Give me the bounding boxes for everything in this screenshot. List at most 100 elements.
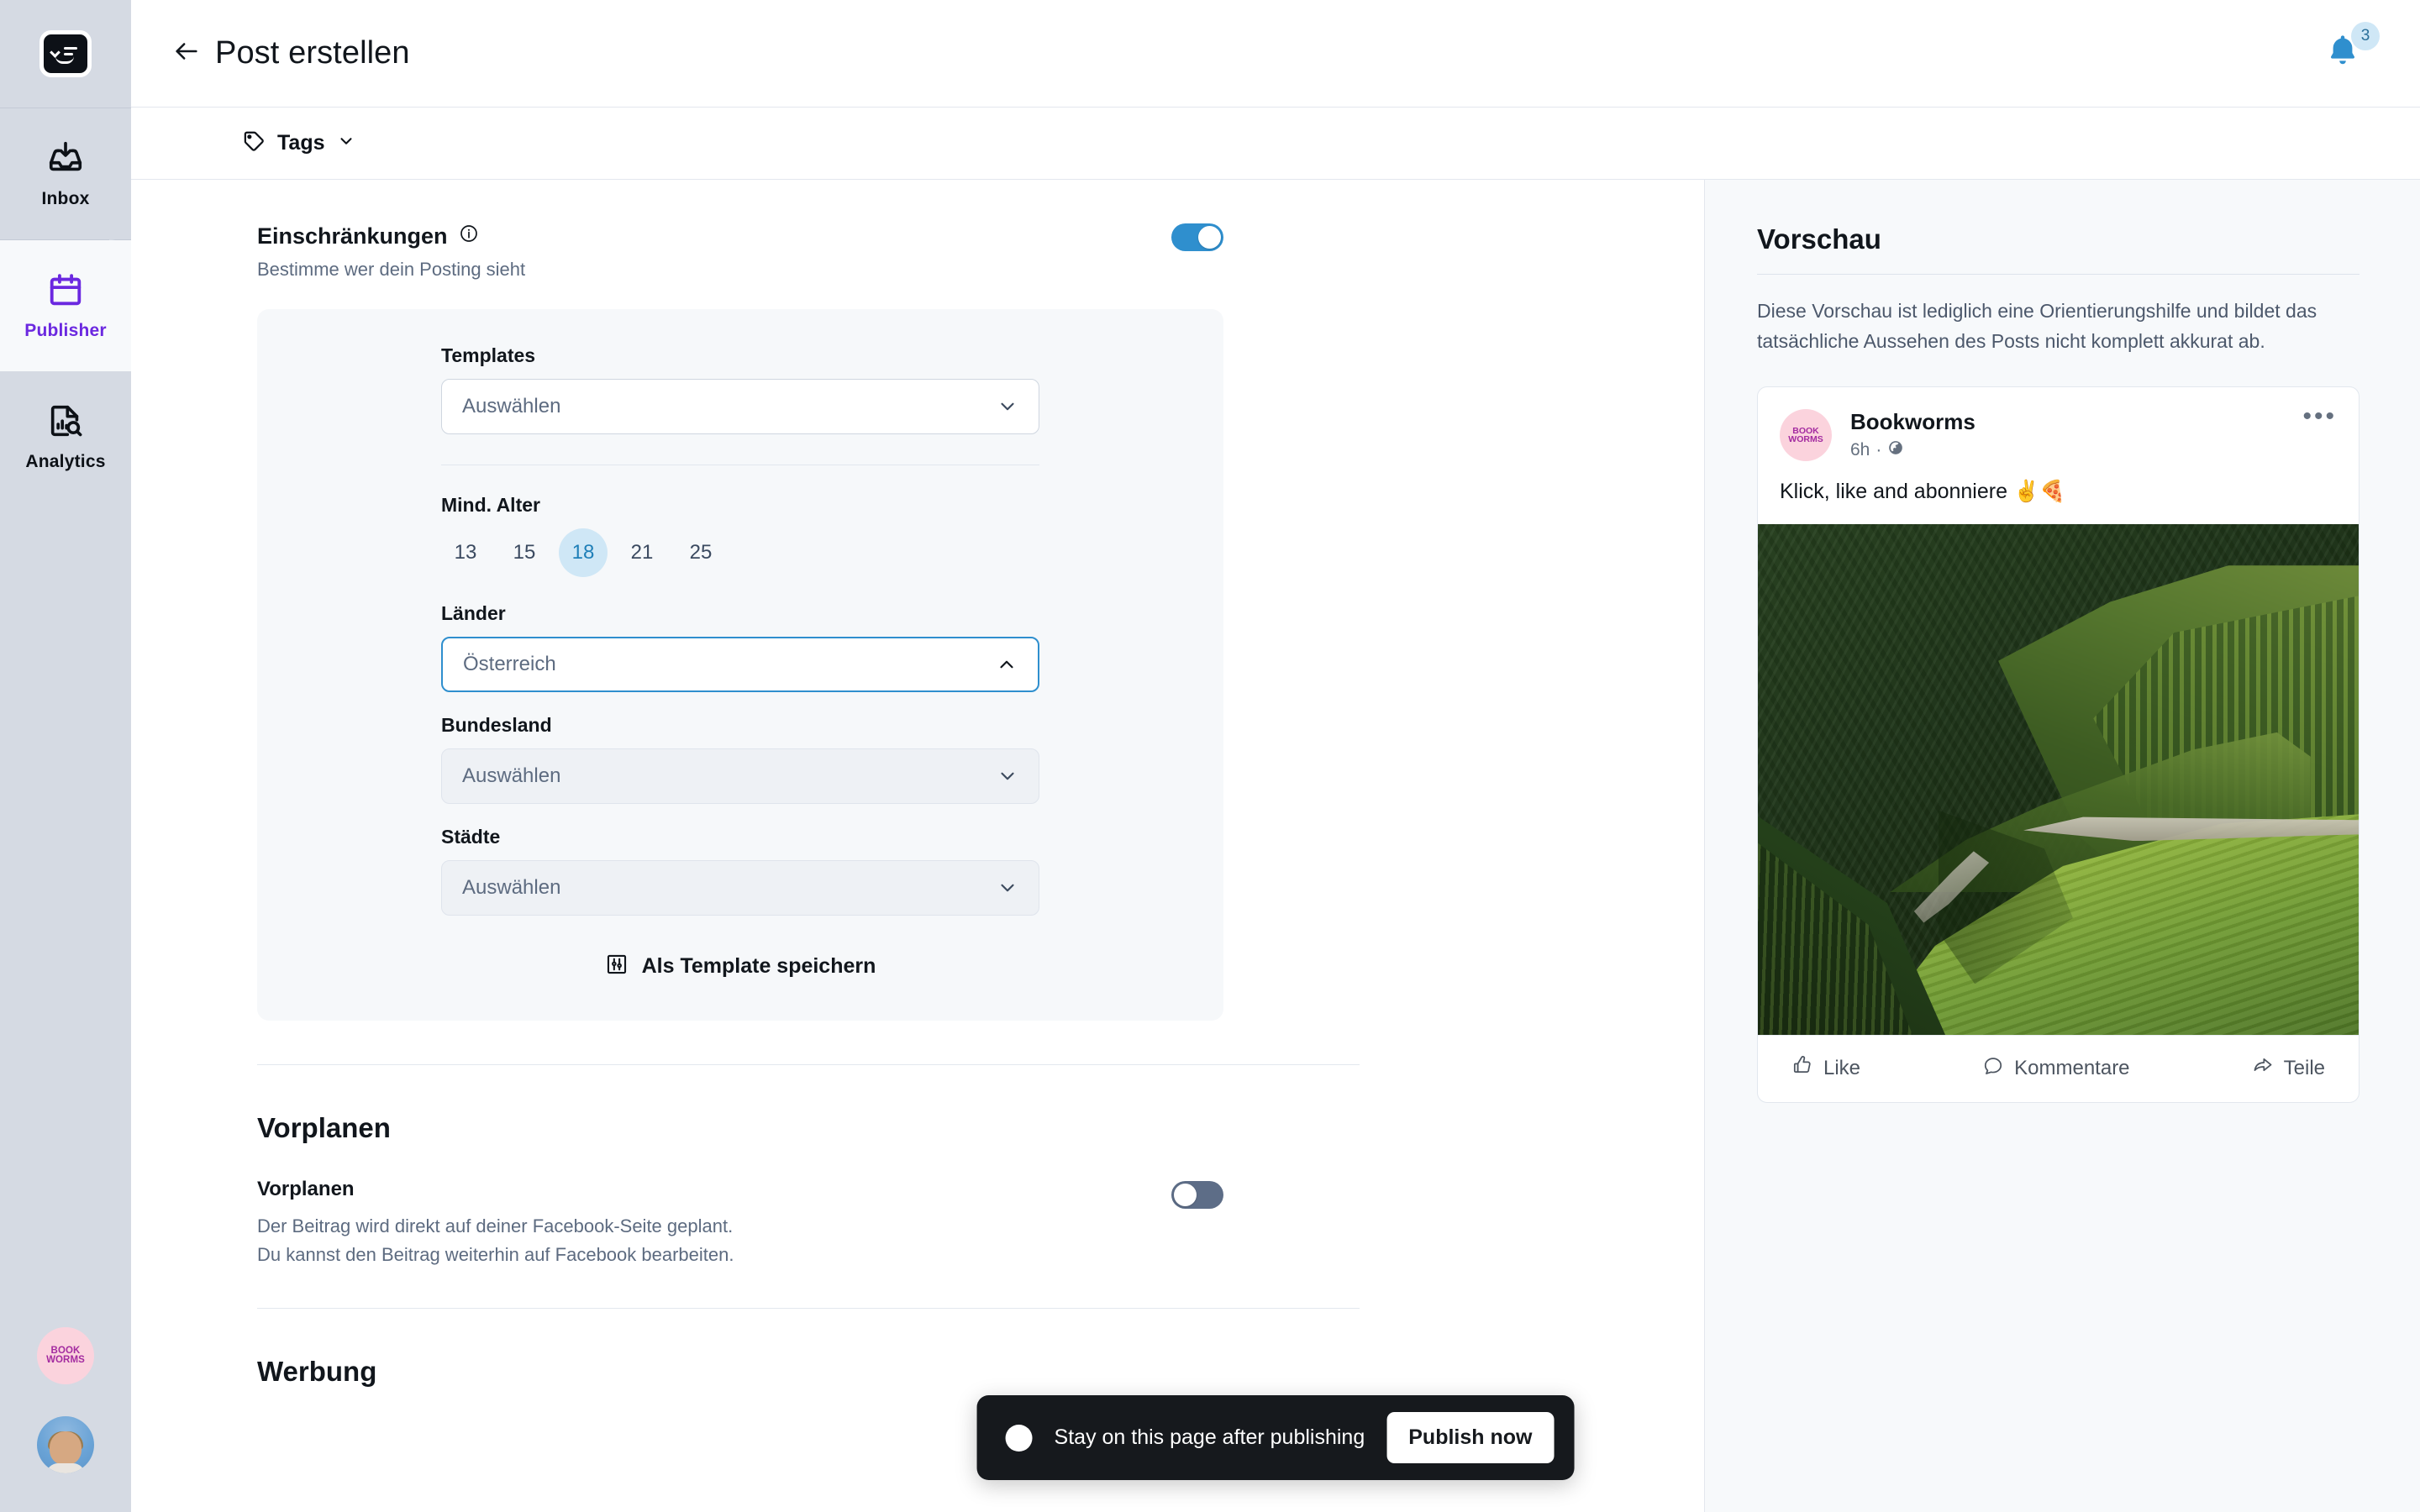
post-share-button[interactable]: Teile: [2252, 1054, 2325, 1082]
post-actions: Like Kommentare Teile: [1758, 1035, 2359, 1102]
schedule-description: Der Beitrag wird direkt auf deiner Faceb…: [257, 1212, 734, 1269]
schedule-description-line1: Der Beitrag wird direkt auf deiner Faceb…: [257, 1215, 734, 1236]
post-comment-button[interactable]: Kommentare: [1982, 1054, 2130, 1082]
schedule-section-title: Vorplanen: [257, 1112, 391, 1143]
main-column: Post erstellen 3 Tags Einschränkungen Be…: [131, 0, 2420, 1512]
sidebar-item-label: Publisher: [24, 321, 107, 340]
sidebar-item-label: Inbox: [41, 189, 90, 208]
primary-sidebar: Inbox Publisher Analytics BOOK WORMS: [0, 0, 131, 1512]
notifications-button[interactable]: 3: [2323, 21, 2380, 77]
restrictions-toggle[interactable]: [1171, 223, 1223, 251]
sidebar-item-label: Analytics: [25, 452, 106, 471]
notification-badge: 3: [2351, 21, 2380, 50]
back-button[interactable]: [168, 35, 205, 72]
sliders-square-icon: [605, 953, 629, 980]
restrictions-header: Einschränkungen Bestimme wer dein Postin…: [257, 223, 1223, 281]
post-image: [1758, 524, 2359, 1036]
brand-avatar[interactable]: BOOK WORMS: [37, 1327, 94, 1384]
info-circle-icon[interactable]: [459, 223, 479, 249]
restrictions-title: Einschränkungen: [257, 223, 448, 249]
section-divider: [257, 1308, 1360, 1310]
analytics-icon: [46, 402, 85, 444]
sidebar-item-analytics[interactable]: Analytics: [0, 371, 131, 502]
schedule-row: Vorplanen Der Beitrag wird direkt auf de…: [257, 1178, 1223, 1269]
page-title: Post erstellen: [215, 35, 410, 71]
state-value: Auswählen: [462, 764, 561, 787]
sidebar-item-publisher[interactable]: Publisher: [0, 218, 131, 393]
age-option-21[interactable]: 21: [618, 528, 666, 577]
min-age-options: 13 15 18 21 25: [441, 528, 1039, 577]
save-as-template-button[interactable]: Als Template speichern: [441, 953, 1039, 980]
post-meta: Bookworms 6h ·: [1850, 409, 1975, 461]
chevron-up-icon: [996, 654, 1018, 675]
chevron-down-icon: [997, 877, 1018, 899]
arrow-left-icon: [172, 37, 201, 70]
cities-value: Auswählen: [462, 876, 561, 899]
inbox-icon: [46, 139, 85, 181]
stay-on-page-label: Stay on this page after publishing: [1054, 1425, 1365, 1449]
post-preview-card: BOOK WORMS Bookworms 6h · ••• Klick, lik…: [1757, 386, 2360, 1104]
cities-select[interactable]: Auswählen: [441, 860, 1039, 916]
age-option-18[interactable]: 18: [559, 528, 608, 577]
sidebar-nav-list: Inbox Publisher Analytics: [0, 108, 131, 502]
post-like-label: Like: [1823, 1056, 1861, 1079]
min-age-label: Mind. Alter: [441, 494, 540, 516]
templates-label: Templates: [441, 344, 536, 366]
state-select[interactable]: Auswählen: [441, 748, 1039, 804]
age-option-15[interactable]: 15: [500, 528, 549, 577]
post-time-separator: ·: [1876, 440, 1882, 460]
form-pane: Einschränkungen Bestimme wer dein Postin…: [131, 180, 1704, 1512]
post-timestamp-row: 6h ·: [1850, 439, 1975, 461]
age-option-13[interactable]: 13: [441, 528, 490, 577]
tags-label: Tags: [277, 131, 325, 155]
countries-select[interactable]: Österreich: [441, 637, 1039, 692]
sidebar-account-area: BOOK WORMS: [0, 1327, 131, 1512]
tag-icon: [242, 129, 266, 157]
app-logo[interactable]: [0, 0, 131, 108]
schedule-row-title: Vorplanen: [257, 1178, 355, 1200]
restrictions-subtitle: Bestimme wer dein Posting sieht: [257, 259, 526, 280]
chevron-down-icon: [997, 396, 1018, 417]
globe-icon: [1887, 439, 1904, 461]
publish-now-button[interactable]: Publish now: [1386, 1412, 1555, 1463]
user-avatar[interactable]: [37, 1416, 94, 1473]
ads-section-title: Werbung: [257, 1356, 377, 1388]
state-label: Bundesland: [441, 714, 552, 736]
chevron-down-icon: [997, 765, 1018, 787]
content-area: Einschränkungen Bestimme wer dein Postin…: [131, 180, 2420, 1512]
thumbs-up-icon: [1791, 1054, 1813, 1082]
countries-value: Österreich: [463, 653, 556, 675]
post-header: BOOK WORMS Bookworms 6h · •••: [1758, 387, 2359, 462]
section-divider: [257, 1064, 1360, 1065]
page-header: Post erstellen 3: [131, 0, 2420, 108]
restrictions-title-row: Einschränkungen: [257, 223, 525, 249]
preview-divider: [1757, 274, 2360, 275]
post-author: Bookworms: [1850, 409, 1975, 435]
schedule-description-line2: Du kannst den Beitrag weiterhin auf Face…: [257, 1244, 734, 1266]
post-avatar-line2: WORMS: [1788, 434, 1823, 445]
schedule-toggle[interactable]: [1171, 1181, 1223, 1209]
publish-bar: Stay on this page after publishing Publi…: [976, 1395, 1575, 1480]
post-like-button[interactable]: Like: [1791, 1054, 1860, 1082]
calendar-icon: [46, 270, 85, 313]
templates-value: Auswählen: [462, 395, 561, 417]
stay-on-page-radio[interactable]: [1005, 1424, 1033, 1452]
share-icon: [2252, 1054, 2274, 1082]
post-share-label: Teile: [2283, 1056, 2325, 1079]
preview-pane: Vorschau Diese Vorschau ist lediglich ei…: [1704, 180, 2420, 1512]
app-root: Inbox Publisher Analytics BOOK WORMS Pos…: [0, 0, 2420, 1512]
chevron-down-icon: [337, 132, 355, 155]
post-time: 6h: [1850, 440, 1870, 460]
post-avatar: BOOK WORMS: [1780, 409, 1832, 462]
restrictions-card: Templates Auswählen Mind. Alter 13 15 18…: [257, 309, 1223, 1021]
tags-dropdown-button[interactable]: Tags: [242, 129, 355, 157]
tags-bar: Tags: [131, 108, 2420, 180]
templates-select[interactable]: Auswählen: [441, 379, 1039, 434]
countries-label: Länder: [441, 602, 506, 624]
post-comment-label: Kommentare: [2014, 1056, 2130, 1079]
preview-note: Diese Vorschau ist lediglich eine Orient…: [1757, 300, 2317, 352]
bell-icon: [2323, 34, 2363, 74]
more-horizontal-icon[interactable]: •••: [2302, 404, 2337, 429]
age-option-25[interactable]: 25: [676, 528, 725, 577]
preview-title: Vorschau: [1757, 223, 1881, 255]
